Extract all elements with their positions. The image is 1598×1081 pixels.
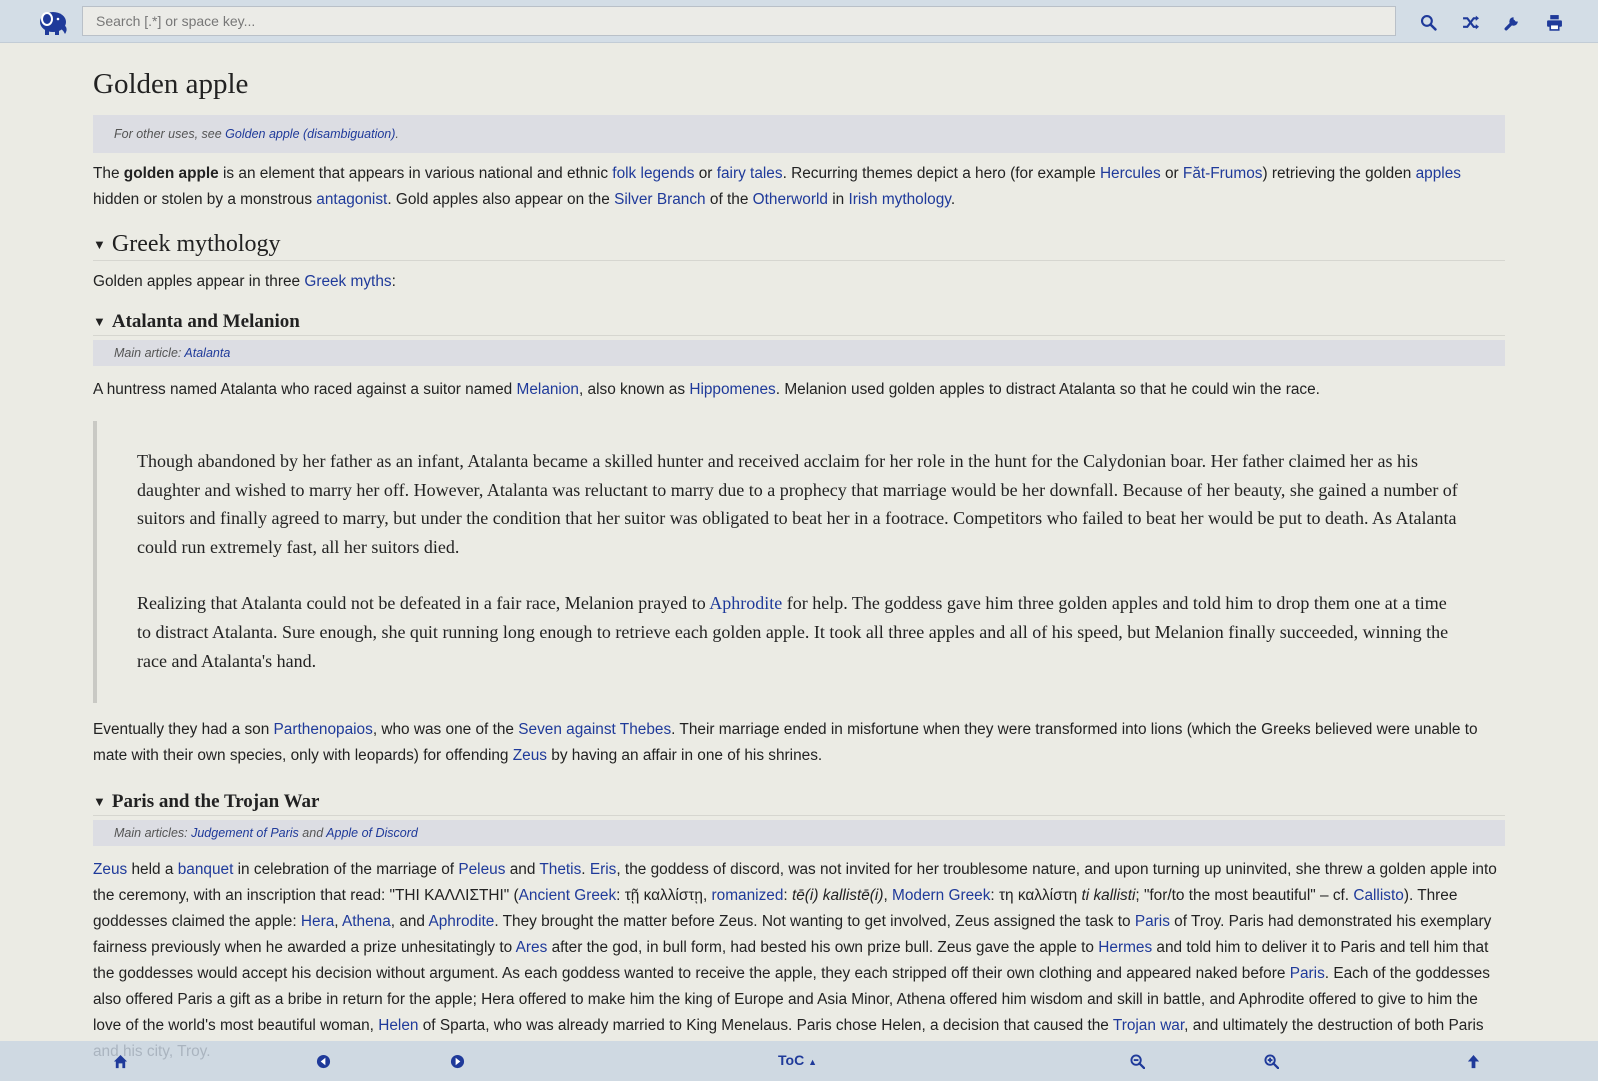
link-folk-legends[interactable]: folk legends [612,165,694,182]
link-melanion[interactable]: Melanion [517,381,579,398]
article-content: Golden apple For other uses, see Golden … [93,56,1505,1065]
link-aphrodite[interactable]: Aphrodite [709,593,782,613]
search-input[interactable] [82,6,1396,36]
bold-term: golden apple [123,165,219,182]
link-atalanta[interactable]: Atalanta [184,346,230,360]
main-article-hatnote: Main article: Atalanta [93,340,1505,366]
link-hera[interactable]: Hera [301,913,334,930]
link-ancient-greek[interactable]: Ancient Greek [519,887,617,904]
bottom-toolbar: ToC ▲ [0,1041,1598,1081]
link-thetis[interactable]: Thetis [539,861,581,878]
link-paris[interactable]: Paris [1135,913,1170,930]
section-heading-paris[interactable]: ▼ Paris and the Trojan War [93,791,1505,817]
italic-transliteration: tē(i) kallistē(i) [791,887,884,905]
link-apple-of-discord[interactable]: Apple of Discord [326,826,418,840]
link-fairy-tales[interactable]: fairy tales [717,165,783,182]
hatnote-text: Main articles: [114,826,192,841]
hatnote-text: For other uses, see [114,127,226,141]
link-modern-greek[interactable]: Modern Greek [892,887,990,904]
collapse-triangle-icon[interactable]: ▼ [93,237,106,253]
paris-paragraph: Zeus held a banquet in celebration of th… [93,861,1497,1060]
forward-icon[interactable] [447,1051,467,1071]
link-athena[interactable]: Athena [342,913,391,930]
home-icon[interactable] [110,1051,130,1071]
section-heading-label: Atalanta and Melanion [111,311,300,332]
section-heading-atalanta[interactable]: ▼ Atalanta and Melanion [93,311,1505,336]
link-ares[interactable]: Ares [516,939,548,956]
link-callisto[interactable]: Callisto [1353,887,1403,904]
back-icon[interactable] [313,1051,333,1071]
atalanta-paragraph-2: Eventually they had a son Parthenopaios,… [93,721,1478,765]
section-heading-greek-mythology[interactable]: ▼ Greek mythology [93,231,1505,261]
link-aphrodite[interactable]: Aphrodite [428,913,494,930]
collapse-triangle-icon[interactable]: ▼ [93,314,106,330]
main-articles-hatnote: Main articles: Judgement of Paris and Ap… [93,820,1505,847]
link-seven-against-thebes[interactable]: Seven against Thebes [518,721,671,738]
atalanta-blockquote: Though abandoned by her father as an inf… [93,421,1505,704]
link-greek-myths[interactable]: Greek myths [304,273,391,290]
link-peleus[interactable]: Peleus [458,861,505,878]
section-heading-label: Greek mythology [111,231,281,257]
link-trojan-war[interactable]: Trojan war [1113,1017,1184,1034]
link-irish-mythology[interactable]: Irish mythology [848,191,950,208]
wrench-icon[interactable] [1501,11,1523,33]
link-judgement-of-paris[interactable]: Judgement of Paris [191,826,299,840]
hatnote-text: and [298,826,327,841]
print-icon[interactable] [1543,11,1565,33]
hatnote-text: Main article: [114,346,185,360]
greek-intro-paragraph: Golden apples appear in three Greek myth… [93,273,396,290]
link-silver-branch[interactable]: Silver Branch [614,191,706,208]
quote-paragraph-1: Though abandoned by her father as an inf… [137,451,1458,557]
link-apples[interactable]: apples [1416,165,1461,182]
toc-button[interactable]: ToC ▲ [778,1052,817,1068]
link-zeus[interactable]: Zeus [93,861,127,878]
elephant-logo-icon[interactable] [36,8,70,36]
random-icon[interactable] [1459,11,1481,33]
link-paris[interactable]: Paris [1290,965,1325,982]
link-fat-frumos[interactable]: Făt-Frumos [1183,165,1263,182]
link-parthenopaios[interactable]: Parthenopaios [274,721,373,738]
collapse-triangle-icon[interactable]: ▼ [93,794,106,810]
caret-up-icon: ▲ [808,1057,817,1067]
hatnote-text: . [395,127,399,141]
intro-paragraph: The golden apple is an element that appe… [93,165,1461,208]
link-eris[interactable]: Eris [590,861,617,878]
zoom-in-icon[interactable] [1261,1051,1281,1071]
atalanta-paragraph-1: A huntress named Atalanta who raced agai… [93,381,1320,398]
arrow-up-icon[interactable] [1463,1051,1483,1071]
link-hippomenes[interactable]: Hippomenes [689,381,775,398]
page-title: Golden apple [93,68,249,100]
link-romanized[interactable]: romanized [712,887,784,904]
link-antagonist[interactable]: antagonist [316,191,387,208]
section-heading-label: Paris and the Trojan War [111,791,320,813]
link-golden-apple-disambiguation[interactable]: Golden apple (disambiguation) [225,127,395,141]
link-hermes[interactable]: Hermes [1098,939,1152,956]
link-helen[interactable]: Helen [378,1017,418,1034]
link-otherworld[interactable]: Otherworld [753,191,828,208]
zoom-out-icon[interactable] [1127,1051,1147,1071]
top-toolbar [0,0,1598,43]
toc-label: ToC [778,1052,805,1068]
quote-paragraph-2: Realizing that Atalanta could not be def… [137,593,1449,671]
search-icon[interactable] [1417,11,1439,33]
link-banquet[interactable]: banquet [178,861,234,878]
disambiguation-hatnote: For other uses, see Golden apple (disamb… [93,115,1505,153]
italic-transliteration: ti kallisti [1081,887,1136,905]
link-zeus[interactable]: Zeus [513,747,547,764]
link-hercules[interactable]: Hercules [1100,165,1161,182]
